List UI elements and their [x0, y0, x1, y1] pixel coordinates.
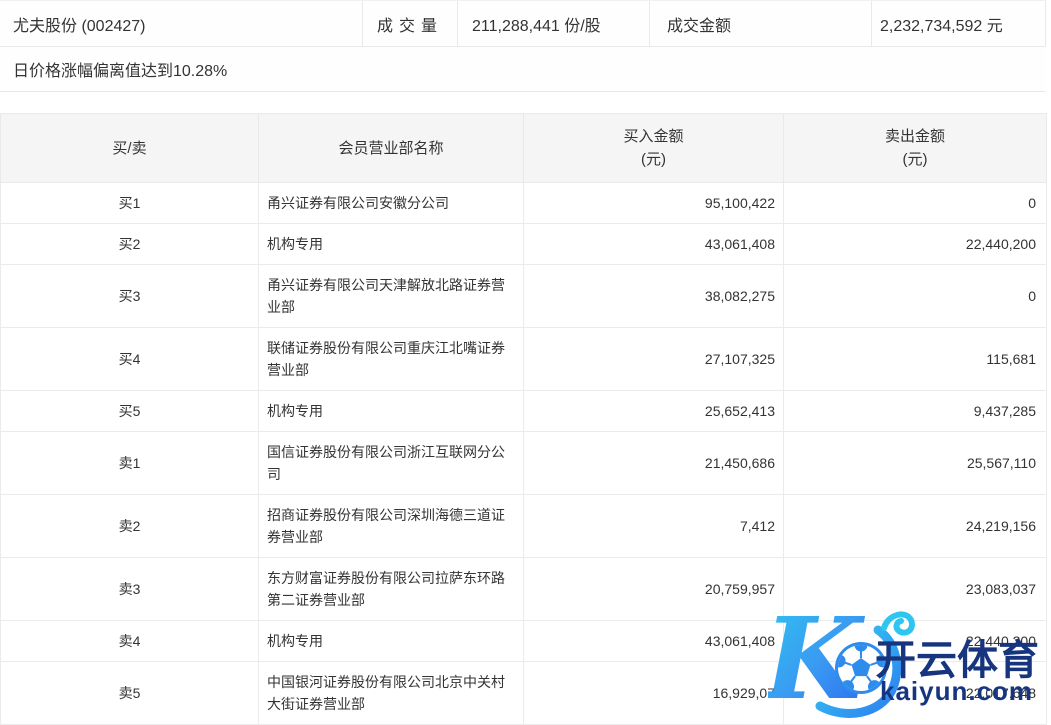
sell-amount-cell: 0 — [784, 183, 1047, 224]
col-header-buy-amount: 买入金额 (元) — [524, 114, 784, 183]
side-cell: 卖1 — [1, 432, 259, 495]
side-cell: 买5 — [1, 391, 259, 432]
summary-bar: 尤夫股份 (002427) 成交量 211,288,441 份/股 成交金额 2… — [0, 0, 1046, 47]
side-cell: 卖4 — [1, 621, 259, 662]
side-cell: 买4 — [1, 328, 259, 391]
buy-amount-cell: 95,100,422 — [524, 183, 784, 224]
col-header-sell-label: 卖出金额 — [784, 125, 1046, 148]
col-header-sell-amount: 卖出金额 (元) — [784, 114, 1047, 183]
volume-value: 211,288,441 份/股 — [458, 1, 650, 46]
branch-name-cell: 机构专用 — [259, 621, 524, 662]
sell-amount-cell: 115,681 — [784, 328, 1047, 391]
table-row: 卖3 东方财富证券股份有限公司拉萨东环路第二证券营业部 20,759,957 2… — [1, 558, 1047, 621]
branch-name-cell: 东方财富证券股份有限公司拉萨东环路第二证券营业部 — [259, 558, 524, 621]
side-cell: 买2 — [1, 224, 259, 265]
side-cell: 买3 — [1, 265, 259, 328]
buy-amount-cell: 16,929,07 — [524, 662, 784, 725]
buy-amount-cell: 38,082,275 — [524, 265, 784, 328]
table-row: 买3 甬兴证券有限公司天津解放北路证券营业部 38,082,275 0 — [1, 265, 1047, 328]
col-header-side: 买/卖 — [1, 114, 259, 183]
broker-seats-table: 买/卖 会员营业部名称 买入金额 (元) 卖出金额 (元) 买1 甬兴证券有限公… — [0, 113, 1047, 725]
sell-amount-cell: 9,437,285 — [784, 391, 1047, 432]
col-header-buy-unit: (元) — [524, 148, 783, 171]
buy-amount-cell: 43,061,408 — [524, 621, 784, 662]
branch-name-cell: 机构专用 — [259, 224, 524, 265]
stock-title: 尤夫股份 (002427) — [0, 1, 363, 46]
table-row: 卖1 国信证券股份有限公司浙江互联网分公司 21,450,686 25,567,… — [1, 432, 1047, 495]
branch-name-cell: 国信证券股份有限公司浙江互联网分公司 — [259, 432, 524, 495]
turnover-label: 成交金额 — [650, 1, 872, 46]
spacer — [0, 92, 1051, 113]
branch-name-cell: 联储证券股份有限公司重庆江北嘴证券营业部 — [259, 328, 524, 391]
sell-amount-cell: 24,219,156 — [784, 495, 1047, 558]
table-row: 买1 甬兴证券有限公司安徽分公司 95,100,422 0 — [1, 183, 1047, 224]
buy-amount-cell: 27,107,325 — [524, 328, 784, 391]
sell-amount-cell: 22,440,200 — [784, 224, 1047, 265]
sell-amount-cell: 25,567,110 — [784, 432, 1047, 495]
branch-name-cell: 招商证券股份有限公司深圳海德三道证券营业部 — [259, 495, 524, 558]
col-header-sell-unit: (元) — [784, 148, 1046, 171]
branch-name-cell: 机构专用 — [259, 391, 524, 432]
volume-label: 成交量 — [363, 1, 458, 46]
table-row: 卖4 机构专用 43,061,408 22,440,200 — [1, 621, 1047, 662]
table-row: 买4 联储证券股份有限公司重庆江北嘴证券营业部 27,107,325 115,6… — [1, 328, 1047, 391]
table-row: 卖2 招商证券股份有限公司深圳海德三道证券营业部 7,412 24,219,15… — [1, 495, 1047, 558]
sell-amount-cell: 0 — [784, 265, 1047, 328]
sell-amount-cell: 22,440,200 — [784, 621, 1047, 662]
table-row: 卖5 中国银河证券股份有限公司北京中关村大街证券营业部 16,929,07 22… — [1, 662, 1047, 725]
branch-name-cell: 甬兴证券有限公司安徽分公司 — [259, 183, 524, 224]
price-deviation-notice: 日价格涨幅偏离值达到10.28% — [13, 57, 227, 81]
side-cell: 买1 — [1, 183, 259, 224]
sell-amount-cell: 23,083,037 — [784, 558, 1047, 621]
branch-name-cell: 甬兴证券有限公司天津解放北路证券营业部 — [259, 265, 524, 328]
branch-name-cell: 中国银河证券股份有限公司北京中关村大街证券营业部 — [259, 662, 524, 725]
notice-bar: 日价格涨幅偏离值达到10.28% — [0, 47, 1046, 92]
buy-amount-cell: 7,412 — [524, 495, 784, 558]
buy-amount-cell: 21,450,686 — [524, 432, 784, 495]
table-row: 买2 机构专用 43,061,408 22,440,200 — [1, 224, 1047, 265]
side-cell: 卖3 — [1, 558, 259, 621]
buy-amount-cell: 25,652,413 — [524, 391, 784, 432]
sell-amount-cell: 22,017,648 — [784, 662, 1047, 725]
col-header-branch-name: 会员营业部名称 — [259, 114, 524, 183]
side-cell: 卖5 — [1, 662, 259, 725]
side-cell: 卖2 — [1, 495, 259, 558]
table-header-row: 买/卖 会员营业部名称 买入金额 (元) 卖出金额 (元) — [1, 114, 1047, 183]
col-header-buy-label: 买入金额 — [524, 125, 783, 148]
table-row: 买5 机构专用 25,652,413 9,437,285 — [1, 391, 1047, 432]
buy-amount-cell: 43,061,408 — [524, 224, 784, 265]
buy-amount-cell: 20,759,957 — [524, 558, 784, 621]
turnover-value: 2,232,734,592 元 — [872, 1, 1046, 46]
